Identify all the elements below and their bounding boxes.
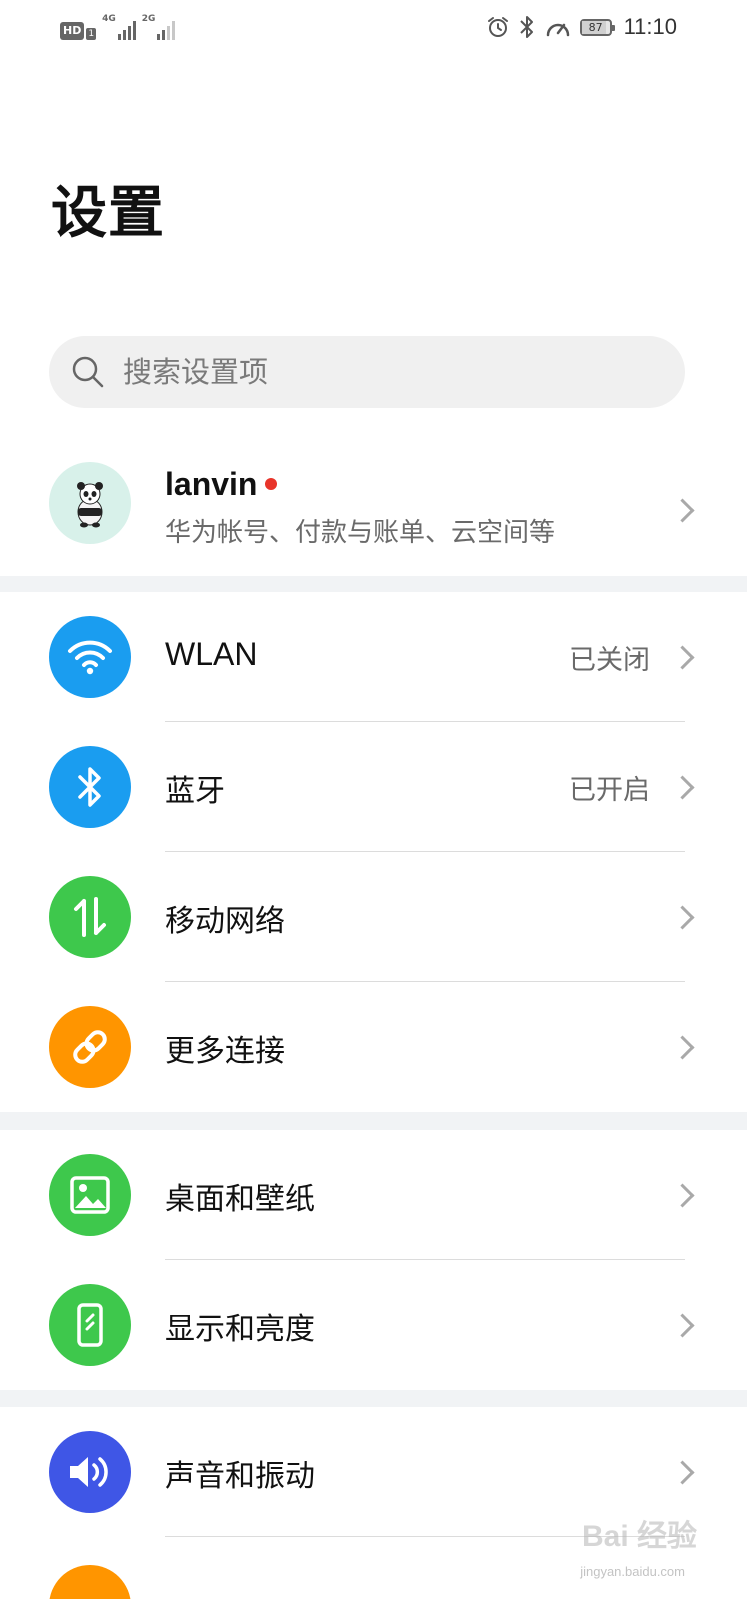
status-right: 87 11:10: [486, 12, 677, 42]
settings-item-label: 桌面和壁纸: [165, 1182, 315, 1217]
settings-group-connectivity: WLAN 已关闭 蓝牙 已开启 移动网络 更多连接: [0, 592, 747, 1112]
network-type-1: 4G: [102, 14, 116, 24]
battery-icon: 87: [579, 18, 615, 36]
settings-item-label: 显示和亮度: [165, 1312, 315, 1347]
wifi-icon: [49, 616, 131, 698]
settings-item-bluetooth[interactable]: 蓝牙 已开启: [0, 722, 747, 852]
watermark: Bai 经验: [581, 1520, 697, 1553]
mobile-data-icon: [49, 876, 131, 958]
settings-item-wallpaper[interactable]: 桌面和壁纸: [0, 1130, 747, 1260]
chevron-right-icon: [670, 498, 695, 523]
settings-group-display: 桌面和壁纸 显示和亮度: [0, 1130, 747, 1390]
account-subtitle: 华为帐号、付款与账单、云空间等: [165, 518, 556, 548]
bluetooth-icon: [519, 16, 533, 38]
speaker-icon: [49, 1431, 131, 1513]
avatar[interactable]: [49, 462, 131, 544]
chevron-right-icon: [670, 1035, 695, 1060]
header-section: 设置 搜索设置项 lanvin 华为帐号、付款与账单、云空间等: [0, 56, 747, 576]
settings-item-value: 已开启: [569, 775, 650, 806]
settings-item-label: 移动网络: [165, 904, 285, 939]
image-icon: [49, 1154, 131, 1236]
status-left: HD 1 4G 2G: [60, 14, 176, 40]
network-type-2: 2G: [141, 14, 156, 24]
notification-dot: [265, 477, 278, 490]
status-bar: HD 1 4G 2G 87 11:10: [0, 0, 747, 56]
chevron-right-icon: [670, 645, 695, 670]
clock: 11:10: [623, 14, 677, 39]
settings-item-more-connections[interactable]: 更多连接: [0, 982, 747, 1112]
bluetooth-icon: [49, 746, 131, 828]
chevron-right-icon: [670, 1460, 695, 1485]
sim-number: 1: [86, 28, 97, 40]
alarm-icon: [487, 17, 508, 37]
hd-voice-badge: HD: [60, 22, 85, 40]
settings-item-label: 声音和振动: [165, 1459, 315, 1494]
panda-avatar-icon: [77, 482, 103, 528]
account-name: lanvin: [165, 466, 278, 503]
link-icon: [49, 1006, 131, 1088]
settings-item-mobile-network[interactable]: 移动网络: [0, 852, 747, 982]
chevron-right-icon: [670, 1313, 695, 1338]
battery-level: 87: [588, 20, 603, 34]
search-input[interactable]: [121, 354, 665, 390]
settings-item-label: 蓝牙: [165, 774, 225, 809]
search-icon: [72, 356, 104, 388]
account-name-text: lanvin: [165, 466, 258, 502]
settings-item-wlan[interactable]: WLAN 已关闭: [0, 592, 747, 722]
account-row[interactable]: lanvin 华为帐号、付款与账单、云空间等: [0, 450, 747, 562]
speedometer-icon: [546, 23, 569, 37]
phone-brightness-icon: [49, 1284, 131, 1366]
settings-item-label: 更多连接: [165, 1034, 285, 1069]
search-bar[interactable]: [49, 336, 685, 408]
settings-item-value: 已关闭: [569, 645, 650, 676]
chevron-right-icon: [670, 905, 695, 930]
chevron-right-icon: [670, 775, 695, 800]
settings-screen: HD 1 4G 2G 87 11:10 设置 搜索设置项 lanvin 华为帐号…: [0, 0, 747, 1599]
chevron-right-icon: [670, 1183, 695, 1208]
signal-strength-icon: [117, 20, 136, 40]
page-title: 设置: [51, 181, 165, 246]
settings-item-label: WLAN: [165, 636, 258, 672]
signal-strength-icon-2: [157, 20, 176, 40]
partial-next-item-icon: [49, 1565, 131, 1599]
watermark-url: jingyan.baidu.com: [580, 1564, 685, 1579]
settings-item-display-brightness[interactable]: 显示和亮度: [0, 1260, 747, 1390]
